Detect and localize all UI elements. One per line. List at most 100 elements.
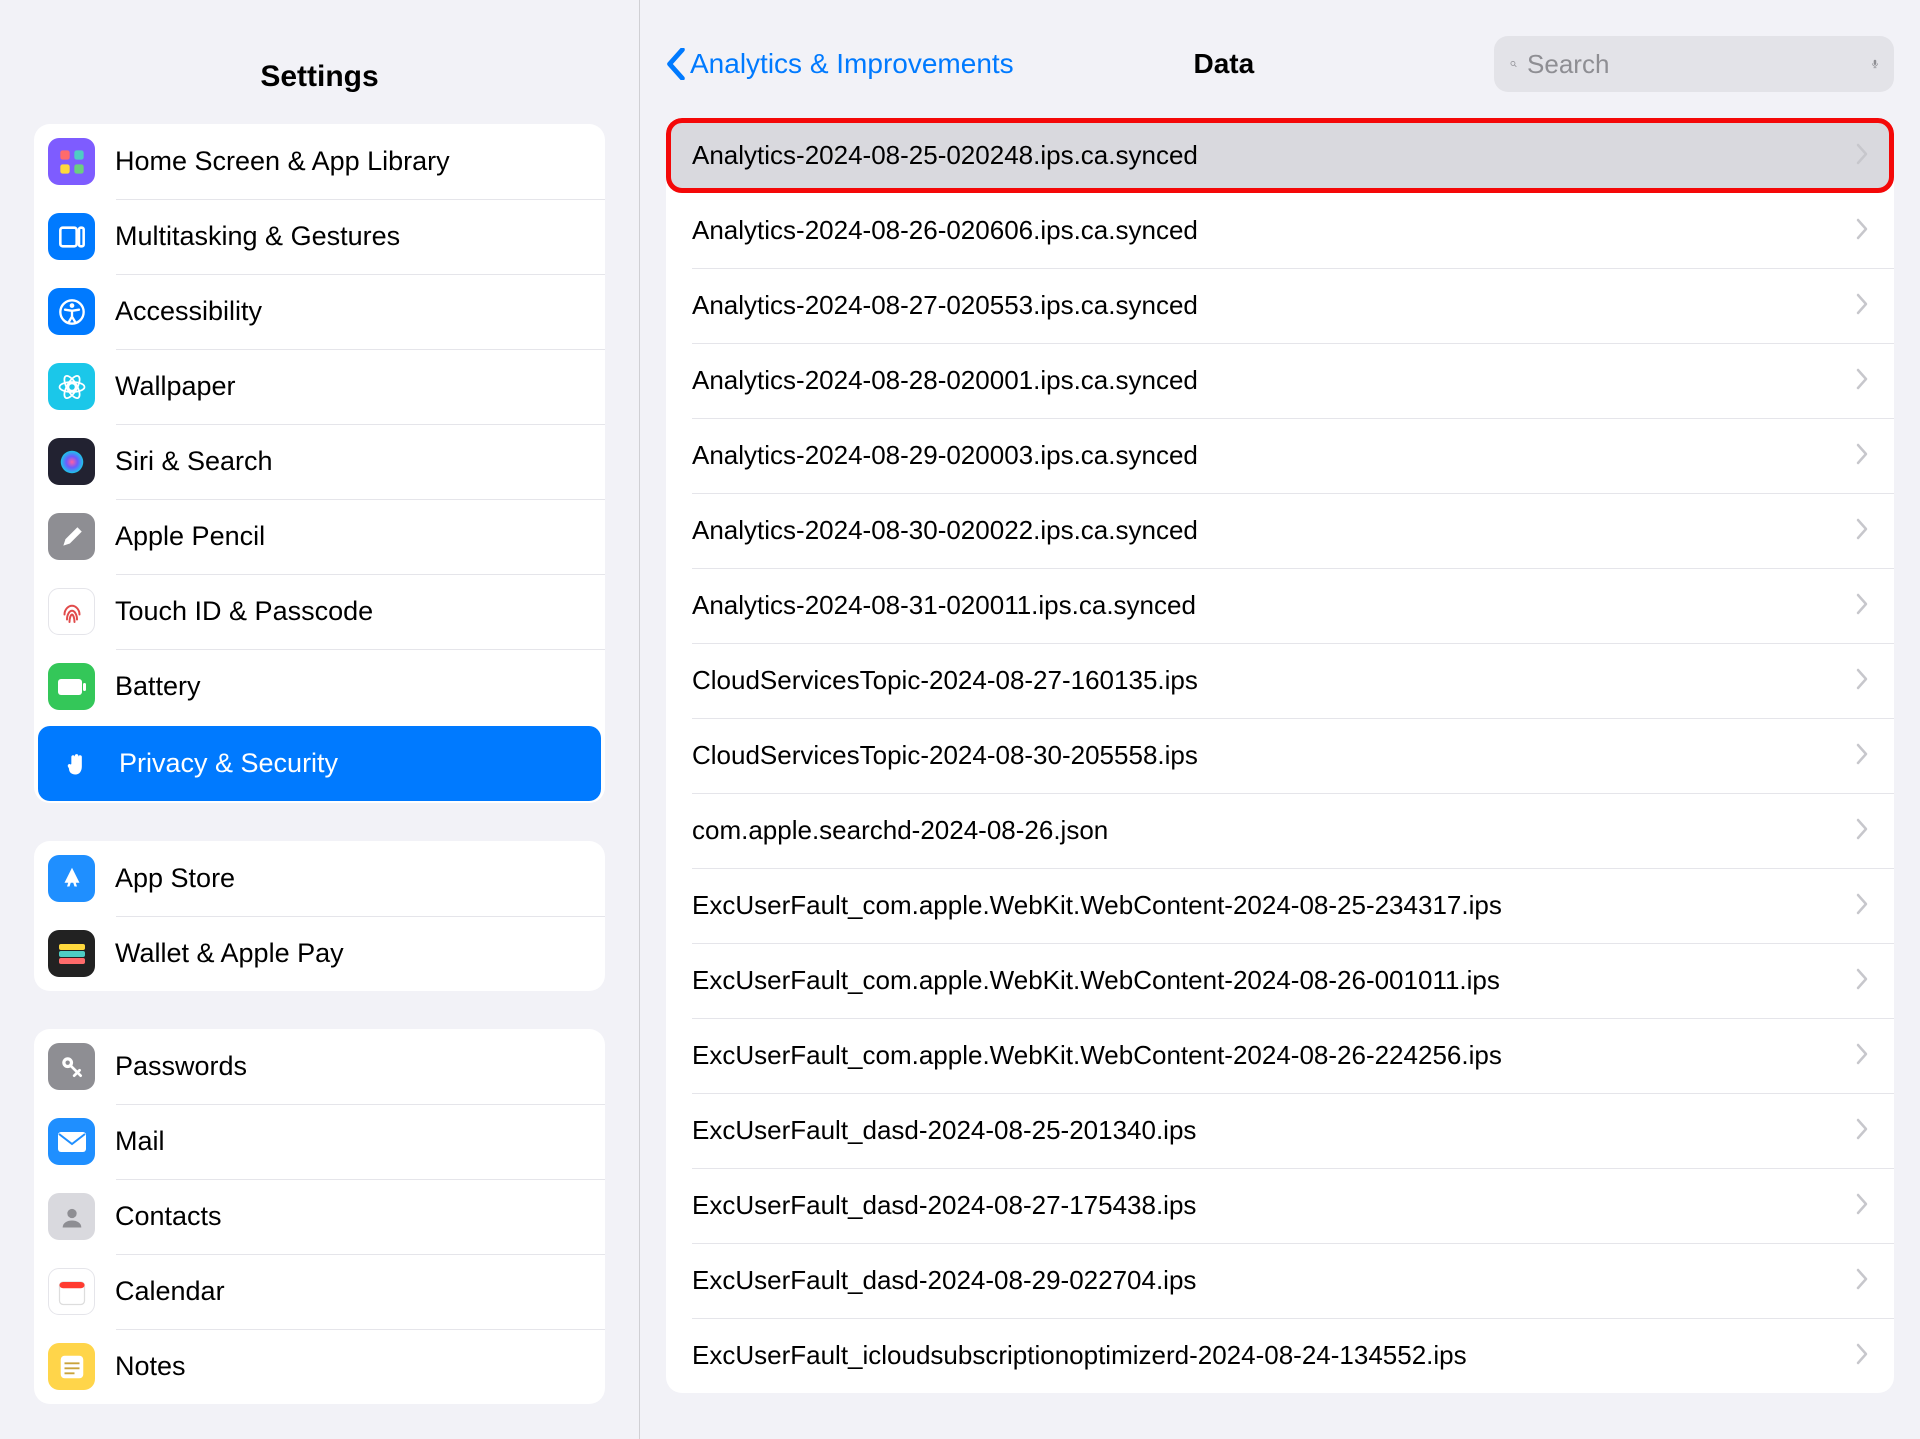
search-icon <box>1510 51 1517 77</box>
notes-icon <box>48 1343 95 1390</box>
sidebar-item-battery[interactable]: Battery <box>34 649 605 724</box>
sidebar-item-label: Battery <box>115 671 201 702</box>
pencil-icon <box>48 513 95 560</box>
chevron-right-icon <box>1856 1190 1868 1222</box>
chevron-right-icon <box>1856 890 1868 922</box>
accessibility-icon <box>48 288 95 335</box>
data-row[interactable]: Analytics-2024-08-26-020606.ips.ca.synce… <box>666 193 1894 268</box>
chevron-right-icon <box>1856 1040 1868 1072</box>
detail-title: Data <box>954 48 1494 80</box>
sidebar-item-label: Wallpaper <box>115 371 236 402</box>
chevron-right-icon <box>1856 440 1868 472</box>
search-input[interactable] <box>1527 49 1862 80</box>
sidebar-item-label: Passwords <box>115 1051 247 1082</box>
data-row-label: ExcUserFault_dasd-2024-08-27-175438.ips <box>692 1190 1196 1221</box>
settings-sidebar: Settings Home Screen & App Library Multit… <box>0 0 640 1439</box>
appstore-icon <box>48 855 95 902</box>
data-row[interactable]: Analytics-2024-08-28-020001.ips.ca.synce… <box>666 343 1894 418</box>
wallet-icon <box>48 930 95 977</box>
data-row-label: Analytics-2024-08-26-020606.ips.ca.synce… <box>692 215 1198 246</box>
data-row-label: ExcUserFault_dasd-2024-08-25-201340.ips <box>692 1115 1196 1146</box>
sidebar-item-mail[interactable]: Mail <box>34 1104 605 1179</box>
sidebar-item-accessibility[interactable]: Accessibility <box>34 274 605 349</box>
data-row-label: Analytics-2024-08-30-020022.ips.ca.synce… <box>692 515 1198 546</box>
data-row[interactable]: Analytics-2024-08-30-020022.ips.ca.synce… <box>666 493 1894 568</box>
sidebar-item-calendar[interactable]: Calendar <box>34 1254 605 1329</box>
data-row[interactable]: ExcUserFault_dasd-2024-08-29-022704.ips <box>666 1243 1894 1318</box>
search-field[interactable] <box>1494 36 1894 92</box>
chevron-right-icon <box>1856 290 1868 322</box>
data-row[interactable]: ExcUserFault_com.apple.WebKit.WebContent… <box>666 868 1894 943</box>
data-list: Analytics-2024-08-25-020248.ips.ca.synce… <box>666 118 1894 1393</box>
chevron-right-icon <box>1856 815 1868 847</box>
chevron-right-icon <box>1856 515 1868 547</box>
chevron-right-icon <box>1856 365 1868 397</box>
sidebar-item-label: Home Screen & App Library <box>115 146 450 177</box>
sidebar-item-label: Accessibility <box>115 296 262 327</box>
chevron-right-icon <box>1856 590 1868 622</box>
key-icon <box>48 1043 95 1090</box>
siri-icon <box>48 438 95 485</box>
chevron-left-icon <box>666 48 686 80</box>
chevron-right-icon <box>1856 665 1868 697</box>
data-row[interactable]: CloudServicesTopic-2024-08-30-205558.ips <box>666 718 1894 793</box>
sidebar-item-wallpaper[interactable]: Wallpaper <box>34 349 605 424</box>
privacy-hand-icon <box>52 740 99 787</box>
data-row-label: Analytics-2024-08-29-020003.ips.ca.synce… <box>692 440 1198 471</box>
data-row-label: Analytics-2024-08-31-020011.ips.ca.synce… <box>692 590 1196 621</box>
data-row[interactable]: ExcUserFault_icloudsubscriptionoptimizer… <box>666 1318 1894 1393</box>
sidebar-item-siri-search[interactable]: Siri & Search <box>34 424 605 499</box>
data-row-label: Analytics-2024-08-28-020001.ips.ca.synce… <box>692 365 1198 396</box>
mail-icon <box>48 1118 95 1165</box>
contacts-icon <box>48 1193 95 1240</box>
chevron-right-icon <box>1856 740 1868 772</box>
data-row-label: ExcUserFault_com.apple.WebKit.WebContent… <box>692 890 1502 921</box>
sidebar-item-apple-pencil[interactable]: Apple Pencil <box>34 499 605 574</box>
data-row[interactable]: Analytics-2024-08-29-020003.ips.ca.synce… <box>666 418 1894 493</box>
data-row[interactable]: ExcUserFault_dasd-2024-08-27-175438.ips <box>666 1168 1894 1243</box>
data-row-label: ExcUserFault_icloudsubscriptionoptimizer… <box>692 1340 1467 1371</box>
wallpaper-icon <box>48 363 95 410</box>
data-row-label: CloudServicesTopic-2024-08-27-160135.ips <box>692 665 1198 696</box>
sidebar-item-passwords[interactable]: Passwords <box>34 1029 605 1104</box>
sidebar-item-contacts[interactable]: Contacts <box>34 1179 605 1254</box>
sidebar-item-label: Siri & Search <box>115 446 273 477</box>
sidebar-item-label: App Store <box>115 863 235 894</box>
sidebar-item-wallet-apple-pay[interactable]: Wallet & Apple Pay <box>34 916 605 991</box>
sidebar-item-notes[interactable]: Notes <box>34 1329 605 1404</box>
data-row-label: ExcUserFault_com.apple.WebKit.WebContent… <box>692 965 1500 996</box>
sidebar-item-home-screen-app-library[interactable]: Home Screen & App Library <box>34 124 605 199</box>
data-row[interactable]: com.apple.searchd-2024-08-26.json <box>666 793 1894 868</box>
sidebar-item-touch-id-passcode[interactable]: Touch ID & Passcode <box>34 574 605 649</box>
data-row[interactable]: Analytics-2024-08-27-020553.ips.ca.synce… <box>666 268 1894 343</box>
data-row[interactable]: CloudServicesTopic-2024-08-27-160135.ips <box>666 643 1894 718</box>
sidebar-title: Settings <box>0 38 639 124</box>
sidebar-item-label: Apple Pencil <box>115 521 265 552</box>
data-row[interactable]: ExcUserFault_com.apple.WebKit.WebContent… <box>666 943 1894 1018</box>
sidebar-item-label: Contacts <box>115 1201 222 1232</box>
data-row[interactable]: ExcUserFault_com.apple.WebKit.WebContent… <box>666 1018 1894 1093</box>
sidebar-item-multitasking-gestures[interactable]: Multitasking & Gestures <box>34 199 605 274</box>
data-row-label: CloudServicesTopic-2024-08-30-205558.ips <box>692 740 1198 771</box>
mic-icon[interactable] <box>1872 50 1878 78</box>
data-row-label: ExcUserFault_dasd-2024-08-29-022704.ips <box>692 1265 1196 1296</box>
data-row-label: Analytics-2024-08-25-020248.ips.ca.synce… <box>692 140 1198 171</box>
sidebar-item-app-store[interactable]: App Store <box>34 841 605 916</box>
chevron-right-icon <box>1856 1340 1868 1372</box>
data-row[interactable]: Analytics-2024-08-25-020248.ips.ca.synce… <box>666 118 1894 193</box>
chevron-right-icon <box>1856 1115 1868 1147</box>
chevron-right-icon <box>1856 965 1868 997</box>
home-grid-icon <box>48 138 95 185</box>
sidebar-item-label: Wallet & Apple Pay <box>115 938 344 969</box>
sidebar-item-label: Mail <box>115 1126 165 1157</box>
data-row-label: ExcUserFault_com.apple.WebKit.WebContent… <box>692 1040 1502 1071</box>
chevron-right-icon <box>1856 140 1868 172</box>
sidebar-item-privacy-security[interactable]: Privacy & Security <box>38 726 601 801</box>
sidebar-item-label: Privacy & Security <box>119 748 338 779</box>
multitask-icon <box>48 213 95 260</box>
data-row[interactable]: Analytics-2024-08-31-020011.ips.ca.synce… <box>666 568 1894 643</box>
data-row[interactable]: ExcUserFault_dasd-2024-08-25-201340.ips <box>666 1093 1894 1168</box>
sidebar-item-label: Calendar <box>115 1276 225 1307</box>
sidebar-item-label: Multitasking & Gestures <box>115 221 400 252</box>
battery-icon <box>48 663 95 710</box>
